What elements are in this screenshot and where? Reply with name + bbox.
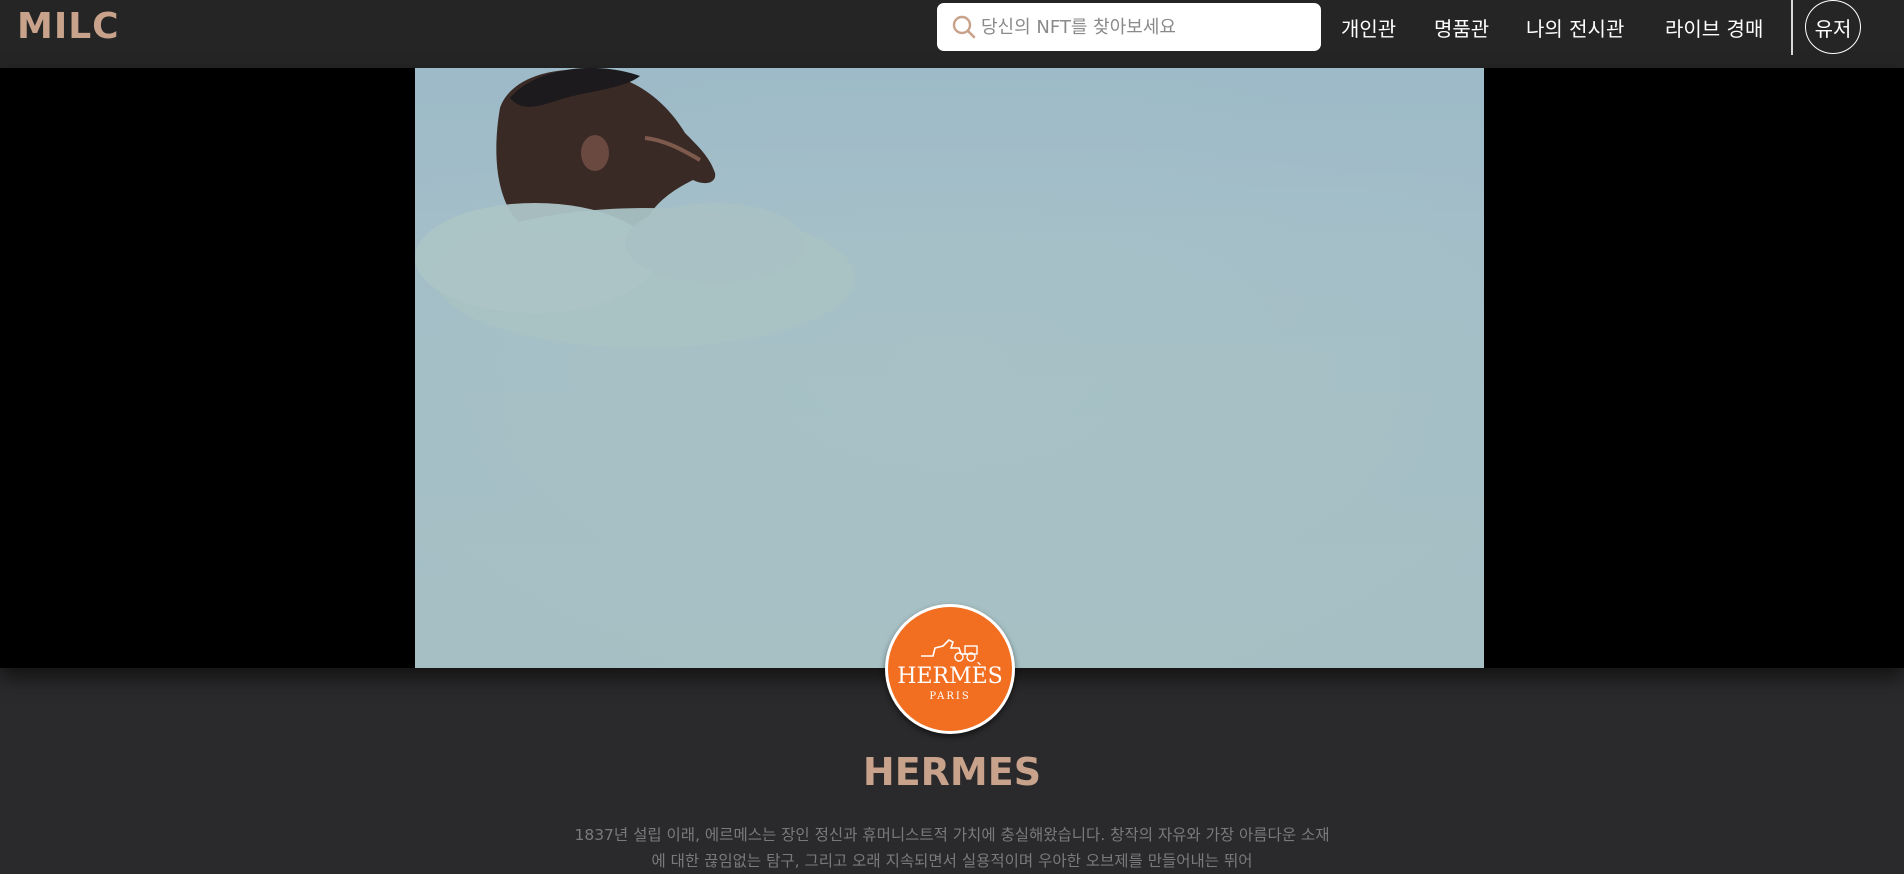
brand-name-heading: HERMES	[862, 750, 1042, 794]
nav-divider	[1791, 0, 1793, 55]
hero-figure-illustration	[415, 68, 1484, 668]
search-icon	[952, 15, 976, 39]
brand-description: 1837년 설립 이래, 에르메스는 장인 정신과 휴머니스트적 가치에 충실해…	[574, 826, 1330, 870]
nav-live-auction[interactable]: 라이브 경매	[1665, 13, 1763, 42]
horse-carriage-icon	[921, 639, 978, 662]
brand-logo-wordmark: HERMÈS	[897, 664, 1003, 689]
brand-logo[interactable]: HERMÈS PARIS	[885, 604, 1015, 734]
user-button[interactable]: 유저	[1805, 0, 1861, 54]
top-navigation-bar: MILC 개인관 명품관 나의 전시관 라이브 경매 유저	[0, 0, 1904, 68]
nav-my-gallery[interactable]: 나의 전시관	[1526, 13, 1624, 42]
search-input[interactable]	[981, 16, 1301, 38]
nav-luxury-gallery[interactable]: 명품관	[1434, 13, 1489, 42]
search-box[interactable]	[937, 3, 1321, 51]
brand-logo-subtitle: PARIS	[929, 691, 971, 702]
hero-banner	[0, 68, 1904, 668]
nav-personal-gallery[interactable]: 개인관	[1341, 13, 1396, 42]
hero-banner-image	[415, 68, 1484, 668]
site-logo[interactable]: MILC	[17, 6, 120, 47]
